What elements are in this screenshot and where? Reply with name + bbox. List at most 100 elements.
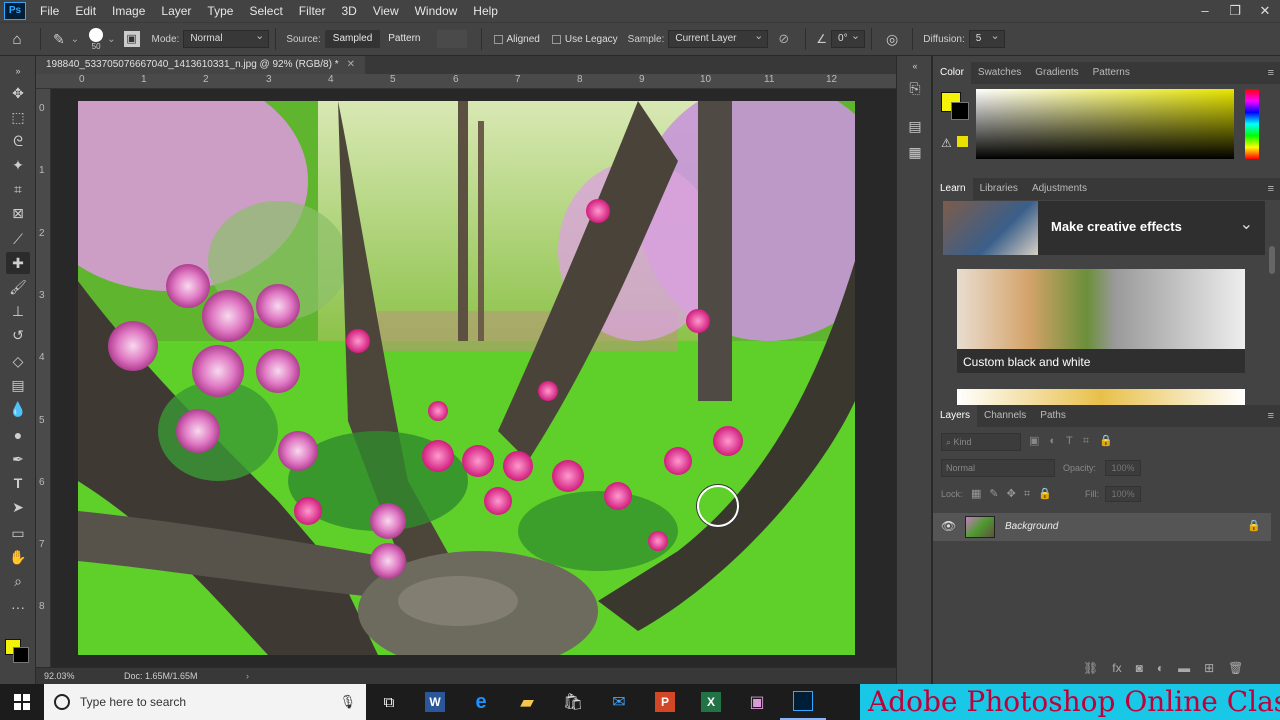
chevron-down-icon[interactable]: ⌄ [1240, 214, 1253, 234]
word-app-icon[interactable]: W [412, 684, 458, 720]
blend-mode-select[interactable]: Normal [941, 459, 1055, 477]
delete-layer-icon[interactable]: 🗑 [1228, 661, 1243, 675]
zoom-tool-icon[interactable]: ⌕ [6, 570, 30, 592]
tab-adjustments[interactable]: Adjustments [1025, 178, 1094, 200]
pattern-swatch[interactable] [436, 30, 467, 48]
tab-swatches[interactable]: Swatches [971, 62, 1028, 84]
windows-start-icon[interactable] [0, 684, 44, 720]
brush-tool-icon[interactable]: 🖌 [6, 276, 30, 298]
angle-input[interactable]: 0° [831, 28, 866, 48]
layer-filter-kind[interactable]: ⌕ Kind [941, 433, 1021, 451]
layer-style-icon[interactable]: fx [1112, 661, 1121, 675]
healing-brush-tool-icon[interactable]: ✎ [53, 31, 65, 48]
visibility-eye-icon[interactable]: 👁 [941, 519, 956, 533]
menu-view[interactable]: View [365, 0, 407, 22]
document-tab[interactable]: 198840_533705076667040_1413610331_n.jpg … [36, 56, 366, 74]
healing-brush-tool-icon[interactable]: ✚ [6, 252, 30, 274]
panel-menu-icon[interactable]: ≡ [1268, 62, 1274, 84]
color-field[interactable] [976, 89, 1234, 159]
panel-menu-icon[interactable]: ≡ [1268, 405, 1274, 427]
marquee-tool-icon[interactable]: ⬚ [6, 106, 30, 128]
brush-picker[interactable]: 50 [89, 27, 104, 51]
link-layers-icon[interactable]: ⛓ [1083, 661, 1098, 675]
diffusion-select[interactable]: 5 [968, 28, 1005, 48]
history-brush-tool-icon[interactable]: ↺ [6, 324, 30, 346]
tab-paths[interactable]: Paths [1033, 405, 1073, 427]
restore-button[interactable]: ❐ [1220, 0, 1250, 22]
add-mask-icon[interactable]: ◙ [1136, 661, 1143, 675]
adjustment-layer-icon[interactable]: ◐ [1157, 661, 1164, 675]
close-button[interactable]: ✕ [1250, 0, 1280, 22]
document-canvas[interactable] [78, 101, 855, 655]
filter-icons[interactable]: ▣◐T⌗🔒 [1029, 434, 1123, 448]
menu-file[interactable]: File [32, 0, 67, 22]
color-panel-background[interactable] [951, 102, 969, 120]
tab-learn[interactable]: Learn [933, 178, 973, 200]
pressure-size-icon[interactable]: ◎ [886, 31, 898, 48]
menu-image[interactable]: Image [104, 0, 153, 22]
quick-select-tool-icon[interactable]: ✦ [6, 154, 30, 176]
use-legacy-checkbox[interactable]: Use Legacy [551, 34, 618, 45]
rectangle-tool-icon[interactable]: ▭ [6, 522, 30, 544]
gamut-swatch[interactable] [957, 136, 968, 147]
menu-help[interactable]: Help [465, 0, 506, 22]
learn-section-header[interactable]: Make creative effects ⌄ [943, 201, 1265, 255]
photoshop-app-icon[interactable] [780, 684, 826, 720]
lock-icons[interactable]: ▦✎✥⌗🔒 [971, 487, 1060, 501]
lasso-tool-icon[interactable]: ᘓ [6, 130, 30, 152]
opacity-input[interactable]: 100% [1105, 460, 1141, 476]
menu-edit[interactable]: Edit [67, 0, 104, 22]
source-sampled-button[interactable]: Sampled [324, 30, 381, 48]
hue-slider[interactable] [1245, 89, 1259, 159]
new-layer-icon[interactable]: ⊞ [1204, 661, 1214, 675]
eyedropper-tool-icon[interactable]: ⟋ [6, 228, 30, 250]
powerpoint-app-icon[interactable]: P [642, 684, 688, 720]
background-color-swatch[interactable] [13, 647, 29, 663]
collapse-panels-icon[interactable]: « [905, 56, 925, 76]
layer-row[interactable]: 👁 Background 🔒 [933, 513, 1271, 541]
notes-panel-icon[interactable]: ▦ [905, 142, 925, 162]
move-tool-icon[interactable]: ✥ [6, 82, 30, 104]
panel-collapse-icon[interactable]: » [6, 60, 30, 82]
task-view-icon[interactable]: ⧉ [366, 684, 412, 720]
zoom-level[interactable]: 92.03% [44, 668, 75, 684]
dodge-tool-icon[interactable]: ● [6, 424, 30, 446]
chevron-right-icon[interactable]: › [246, 668, 249, 684]
brush-dropdown[interactable]: ⌄ [107, 34, 115, 45]
minimize-button[interactable]: – [1190, 0, 1220, 22]
tab-libraries[interactable]: Libraries [973, 178, 1025, 200]
menu-layer[interactable]: Layer [153, 0, 199, 22]
menu-select[interactable]: Select [241, 0, 290, 22]
clone-source-icon[interactable]: ▣ [123, 31, 140, 47]
file-explorer-icon[interactable]: ▰ [504, 684, 550, 720]
new-group-icon[interactable]: ▬ [1178, 661, 1190, 675]
clone-stamp-tool-icon[interactable]: ⊥ [6, 300, 30, 322]
menu-window[interactable]: Window [407, 0, 466, 22]
home-icon[interactable]: ⌂ [0, 31, 34, 48]
close-icon[interactable]: ✕ [347, 59, 355, 70]
sample-select[interactable]: Current Layer [668, 28, 769, 48]
tab-color[interactable]: Color [933, 62, 971, 84]
microphone-icon[interactable]: 🎙 [339, 694, 356, 710]
path-select-tool-icon[interactable]: ➤ [6, 496, 30, 518]
lock-icon[interactable]: 🔒 [1247, 519, 1261, 532]
eraser-tool-icon[interactable]: ◇ [6, 350, 30, 372]
learn-scrollbar[interactable] [1269, 246, 1275, 274]
tab-gradients[interactable]: Gradients [1028, 62, 1085, 84]
properties-panel-icon[interactable]: ▤ [905, 116, 925, 136]
warning-icon[interactable]: ⚠ [941, 136, 952, 150]
tool-preset-dropdown[interactable]: ⌄ [71, 34, 79, 45]
excel-app-icon[interactable]: X [688, 684, 734, 720]
source-pattern-button[interactable]: Pattern [380, 30, 428, 48]
learn-card[interactable]: Custom black and white [957, 269, 1245, 373]
store-app-icon[interactable]: 🛍 [550, 684, 596, 720]
hand-tool-icon[interactable]: ✋ [6, 546, 30, 568]
tab-patterns[interactable]: Patterns [1086, 62, 1137, 84]
blur-tool-icon[interactable]: 💧 [6, 398, 30, 420]
ignore-adjustment-icon[interactable]: ⊘ [778, 31, 789, 47]
history-panel-icon[interactable]: ⎘ [905, 78, 925, 98]
edge-app-icon[interactable]: e [458, 684, 504, 720]
menu-type[interactable]: Type [199, 0, 241, 22]
menu-3d[interactable]: 3D [333, 0, 364, 22]
type-tool-icon[interactable]: T [6, 472, 30, 494]
